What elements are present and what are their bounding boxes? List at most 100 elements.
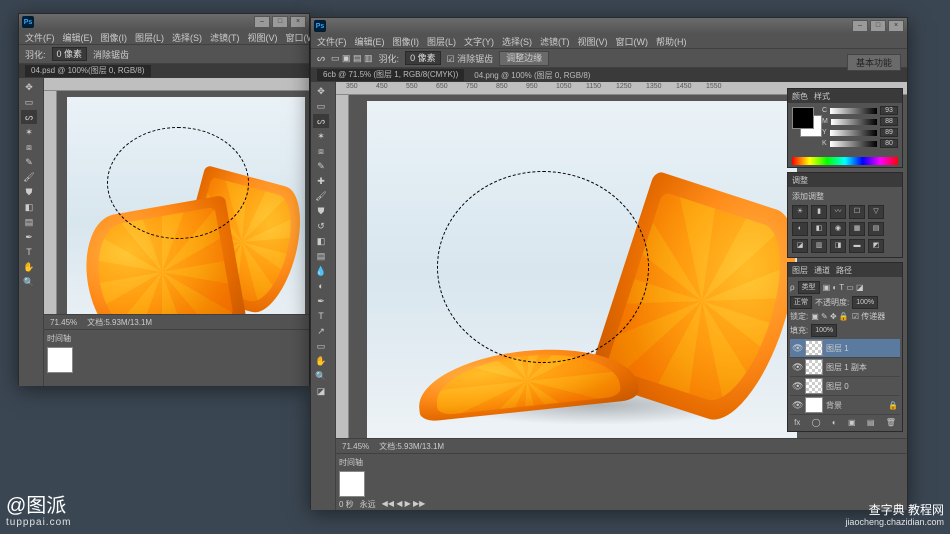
menu-layer[interactable]: 图层(L) xyxy=(135,31,164,44)
visibility-icon[interactable]: 👁 xyxy=(792,381,802,392)
hue-icon[interactable]: ◐ xyxy=(792,222,808,236)
wand-tool-icon[interactable]: ✶ xyxy=(313,129,329,143)
menu-filter[interactable]: 滤镜(T) xyxy=(210,31,240,44)
wand-tool-icon[interactable]: ✶ xyxy=(21,125,37,139)
maximize-button[interactable]: □ xyxy=(272,16,288,28)
c-value[interactable]: 93 xyxy=(880,106,898,115)
visibility-icon[interactable]: 👁 xyxy=(792,343,802,354)
document-tab-2[interactable]: 04.png @ 100% (图层 0, RGB/8) xyxy=(474,70,590,81)
layer-row[interactable]: 👁图层 1 副本 xyxy=(790,358,900,377)
hand-tool-icon[interactable]: ✋ xyxy=(313,354,329,368)
menu-select[interactable]: 选择(S) xyxy=(502,35,532,48)
dodge-tool-icon[interactable]: ◐ xyxy=(313,279,329,293)
gradient-tool-icon[interactable]: ▤ xyxy=(21,215,37,229)
selective-color-icon[interactable]: ◩ xyxy=(868,239,884,253)
passthrough-checkbox[interactable]: ☑ 传递器 xyxy=(852,311,885,322)
minimize-button[interactable]: – xyxy=(254,16,270,28)
move-tool-icon[interactable]: ✥ xyxy=(313,84,329,98)
filter-icons[interactable]: ▣ ◐ T ▭ ◪ xyxy=(823,283,864,292)
color-lookup-icon[interactable]: ▤ xyxy=(868,222,884,236)
filter-kind-dropdown[interactable]: 类型 xyxy=(798,281,820,294)
menu-layer[interactable]: 图层(L) xyxy=(427,35,456,48)
stamp-tool-icon[interactable]: ⛊ xyxy=(313,204,329,218)
menu-type[interactable]: 文字(Y) xyxy=(464,35,494,48)
gradient-map-icon[interactable]: ▬ xyxy=(849,239,865,253)
maximize-button[interactable]: □ xyxy=(870,20,886,32)
timeline-frame-thumb[interactable] xyxy=(47,347,73,373)
visibility-icon[interactable]: 👁 xyxy=(792,362,802,373)
marquee-tool-icon[interactable]: ▭ xyxy=(313,99,329,113)
styles-tab[interactable]: 样式 xyxy=(814,91,830,102)
group-icon[interactable]: ▣ xyxy=(848,418,856,427)
menu-edit[interactable]: 编辑(E) xyxy=(63,31,93,44)
minimize-button[interactable]: – xyxy=(852,20,868,32)
lasso-tool-icon[interactable]: ᔕ xyxy=(317,53,325,64)
photo-filter-icon[interactable]: ◉ xyxy=(830,222,846,236)
workspace-switcher[interactable]: 基本功能 xyxy=(847,54,901,71)
zoom-level[interactable]: 71.45% xyxy=(50,318,77,327)
threshold-icon[interactable]: ◨ xyxy=(830,239,846,253)
gradient-tool-icon[interactable]: ▤ xyxy=(313,249,329,263)
posterize-icon[interactable]: ▥ xyxy=(811,239,827,253)
curves-icon[interactable]: 〰 xyxy=(830,205,846,219)
brush-tool-icon[interactable]: 🖌 xyxy=(21,170,37,184)
zoom-tool-icon[interactable]: 🔍 xyxy=(21,275,37,289)
menu-image[interactable]: 图像(I) xyxy=(393,35,420,48)
antialias-checkbox[interactable]: ☑ 消除锯齿 xyxy=(447,52,494,65)
new-layer-icon[interactable]: ▤ xyxy=(867,418,875,427)
lasso-tool-icon[interactable]: ᔕ xyxy=(313,114,329,128)
crop-tool-icon[interactable]: ⧈ xyxy=(21,140,37,154)
menu-file[interactable]: 文件(F) xyxy=(317,35,347,48)
antialias-checkbox[interactable]: 消除锯齿 xyxy=(93,48,129,61)
eyedropper-tool-icon[interactable]: ✎ xyxy=(313,159,329,173)
timeline-loop[interactable]: 永远 xyxy=(360,499,376,510)
color-tab[interactable]: 颜色 xyxy=(792,91,808,102)
history-brush-tool-icon[interactable]: ↺ xyxy=(313,219,329,233)
foreground-background-swatch[interactable]: ◪ xyxy=(313,384,329,398)
invert-icon[interactable]: ◪ xyxy=(792,239,808,253)
fill-input[interactable]: 100% xyxy=(811,324,837,337)
layer-row[interactable]: 👁背景🔒 xyxy=(790,396,900,415)
menu-help[interactable]: 帮助(H) xyxy=(656,35,687,48)
eraser-tool-icon[interactable]: ◧ xyxy=(21,200,37,214)
levels-icon[interactable]: ▮ xyxy=(811,205,827,219)
menu-edit[interactable]: 编辑(E) xyxy=(355,35,385,48)
m-slider[interactable] xyxy=(831,119,877,125)
menu-view[interactable]: 视图(V) xyxy=(248,31,278,44)
document-tab[interactable]: 04.psd @ 100%(图层 0, RGB/8) xyxy=(25,65,151,77)
type-tool-icon[interactable]: T xyxy=(313,309,329,323)
path-tool-icon[interactable]: ↗ xyxy=(313,324,329,338)
mask-icon[interactable]: ◯ xyxy=(812,418,821,427)
timeline-duration[interactable]: 0 秒 xyxy=(339,499,354,510)
menu-image[interactable]: 图像(I) xyxy=(101,31,128,44)
brush-tool-icon[interactable]: 🖌 xyxy=(313,189,329,203)
visibility-icon[interactable]: 👁 xyxy=(792,400,802,411)
fx-icon[interactable]: fx xyxy=(794,418,800,427)
menu-select[interactable]: 选择(S) xyxy=(172,31,202,44)
timeline-frame-thumb[interactable] xyxy=(339,471,365,497)
pen-tool-icon[interactable]: ✒ xyxy=(313,294,329,308)
k-slider[interactable] xyxy=(830,141,877,147)
y-value[interactable]: 89 xyxy=(880,128,898,137)
menu-file[interactable]: 文件(F) xyxy=(25,31,55,44)
zoom-level[interactable]: 71.45% xyxy=(342,442,369,451)
shape-tool-icon[interactable]: ▭ xyxy=(313,339,329,353)
close-button[interactable]: × xyxy=(290,16,306,28)
eraser-tool-icon[interactable]: ◧ xyxy=(313,234,329,248)
channels-tab[interactable]: 通道 xyxy=(814,265,830,276)
hand-tool-icon[interactable]: ✋ xyxy=(21,260,37,274)
refine-edge-button[interactable]: 调整边缘 xyxy=(499,51,549,66)
eyedropper-tool-icon[interactable]: ✎ xyxy=(21,155,37,169)
pen-tool-icon[interactable]: ✒ xyxy=(21,230,37,244)
channel-mixer-icon[interactable]: ▦ xyxy=(849,222,865,236)
layer-row[interactable]: 👁图层 0 xyxy=(790,377,900,396)
brightness-icon[interactable]: ☀ xyxy=(792,205,808,219)
feather-input[interactable]: 0 像素 xyxy=(52,47,88,61)
opacity-input[interactable]: 100% xyxy=(852,296,878,309)
menu-window[interactable]: 窗口(W) xyxy=(616,35,649,48)
k-value[interactable]: 80 xyxy=(880,139,898,148)
y-slider[interactable] xyxy=(830,130,877,136)
foreground-color-swatch[interactable] xyxy=(792,107,814,129)
m-value[interactable]: 88 xyxy=(880,117,898,126)
paths-tab[interactable]: 路径 xyxy=(836,265,852,276)
